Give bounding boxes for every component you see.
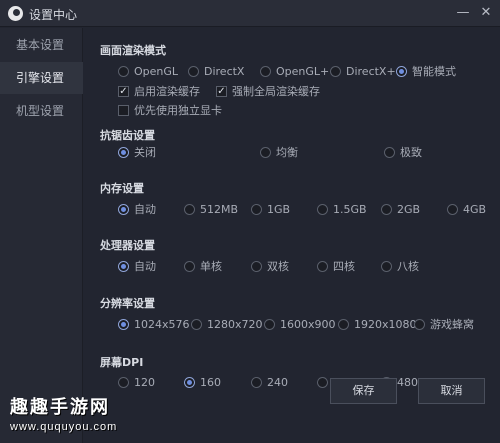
radio-icon bbox=[251, 376, 262, 388]
memory-section-title: 内存设置 bbox=[100, 182, 144, 195]
render-directx-option[interactable]: DirectX bbox=[188, 64, 244, 80]
memory-1-5gb-option[interactable]: 1.5GB bbox=[317, 202, 367, 218]
site-watermark: 趣趣手游网 www.ququyou.com bbox=[10, 393, 117, 433]
cpu-dual-core-option[interactable]: 双核 bbox=[251, 259, 289, 275]
radio-selected-icon bbox=[118, 260, 129, 272]
sidebar-item-basic[interactable]: 基本设置 bbox=[0, 29, 83, 61]
radio-selected-icon bbox=[118, 146, 129, 158]
resolution-1920x1080-option[interactable]: 1920x1080 bbox=[338, 317, 417, 333]
radio-icon bbox=[338, 318, 349, 330]
memory-1gb-option[interactable]: 1GB bbox=[251, 202, 290, 218]
app-logo-icon bbox=[8, 6, 23, 21]
radio-icon bbox=[447, 203, 458, 215]
dpi-160-option[interactable]: 160 bbox=[184, 375, 221, 391]
cpu-octa-core-option[interactable]: 八核 bbox=[381, 259, 419, 275]
close-button[interactable]: ✕ bbox=[477, 4, 495, 22]
cpu-quad-core-option[interactable]: 四核 bbox=[317, 259, 355, 275]
radio-icon bbox=[251, 203, 262, 215]
render-opengl-option[interactable]: OpenGL bbox=[118, 64, 178, 80]
title-bar: 设置中心 — ✕ bbox=[0, 0, 500, 27]
memory-512mb-option[interactable]: 512MB bbox=[184, 202, 238, 218]
radio-icon bbox=[191, 318, 202, 330]
render-directxplus-option[interactable]: DirectX+ bbox=[330, 64, 396, 80]
minimize-button[interactable]: — bbox=[454, 4, 472, 22]
checkbox-icon bbox=[118, 104, 129, 116]
dpi-120-option[interactable]: 120 bbox=[118, 375, 155, 391]
sidebar-item-device[interactable]: 机型设置 bbox=[0, 95, 83, 127]
radio-icon bbox=[188, 65, 199, 77]
render-cache-checkbox[interactable]: ✓ 启用渲染缓存 bbox=[118, 84, 200, 100]
radio-icon bbox=[330, 65, 341, 77]
cancel-button[interactable]: 取消 bbox=[418, 378, 485, 404]
radio-selected-icon bbox=[396, 65, 407, 77]
radio-icon bbox=[317, 203, 328, 215]
memory-4gb-option[interactable]: 4GB bbox=[447, 202, 486, 218]
radio-icon bbox=[260, 146, 271, 158]
radio-icon bbox=[264, 318, 275, 330]
radio-icon bbox=[317, 376, 328, 388]
radio-icon bbox=[251, 260, 262, 272]
radio-icon bbox=[184, 260, 195, 272]
watermark-url: www.ququyou.com bbox=[10, 421, 118, 433]
antialias-off-option[interactable]: 关闭 bbox=[118, 145, 156, 161]
antialias-balanced-option[interactable]: 均衡 bbox=[260, 145, 298, 161]
cpu-auto-option[interactable]: 自动 bbox=[118, 259, 156, 275]
cpu-section-title: 处理器设置 bbox=[100, 239, 155, 252]
resolution-1600x900-option[interactable]: 1600x900 bbox=[264, 317, 336, 333]
memory-2gb-option[interactable]: 2GB bbox=[381, 202, 420, 218]
radio-icon bbox=[414, 318, 425, 330]
sidebar: 基本设置 引擎设置 机型设置 bbox=[0, 28, 83, 443]
resolution-game-honeycomb-option[interactable]: 游戏蜂窝 bbox=[414, 317, 474, 333]
render-smart-option[interactable]: 智能模式 bbox=[396, 64, 456, 80]
radio-icon bbox=[260, 65, 271, 77]
radio-icon bbox=[118, 376, 129, 388]
antialias-extreme-option[interactable]: 极致 bbox=[384, 145, 422, 161]
cpu-single-core-option[interactable]: 单核 bbox=[184, 259, 222, 275]
resolution-1280x720-option[interactable]: 1280x720 bbox=[191, 317, 263, 333]
radio-icon bbox=[381, 260, 392, 272]
radio-icon bbox=[118, 65, 129, 77]
sidebar-item-engine[interactable]: 引擎设置 bbox=[0, 62, 83, 94]
watermark-title: 趣趣手游网 bbox=[10, 397, 110, 418]
memory-auto-option[interactable]: 自动 bbox=[118, 202, 156, 218]
resolution-section-title: 分辨率设置 bbox=[100, 297, 155, 310]
checkmark-icon: ✓ bbox=[216, 85, 227, 97]
radio-selected-icon bbox=[118, 203, 129, 215]
force-global-cache-checkbox[interactable]: ✓ 强制全局渲染缓存 bbox=[216, 84, 320, 100]
radio-icon bbox=[184, 203, 195, 215]
radio-icon bbox=[317, 260, 328, 272]
dpi-section-title: 屏幕DPI bbox=[100, 356, 144, 369]
save-button[interactable]: 保存 bbox=[330, 378, 397, 404]
dpi-240-option[interactable]: 240 bbox=[251, 375, 288, 391]
resolution-1024x576-option[interactable]: 1024x576 bbox=[118, 317, 190, 333]
render-section-title: 画面渲染模式 bbox=[100, 44, 166, 57]
window-title: 设置中心 bbox=[29, 8, 78, 22]
radio-icon bbox=[384, 146, 395, 158]
antialias-section-title: 抗锯齿设置 bbox=[100, 129, 155, 142]
render-openglplus-option[interactable]: OpenGL+ bbox=[260, 64, 329, 80]
radio-selected-icon bbox=[118, 318, 129, 330]
radio-icon bbox=[381, 203, 392, 215]
radio-selected-icon bbox=[184, 376, 195, 388]
checkmark-icon: ✓ bbox=[118, 85, 129, 97]
dedicated-gpu-checkbox[interactable]: 优先使用独立显卡 bbox=[118, 103, 222, 119]
